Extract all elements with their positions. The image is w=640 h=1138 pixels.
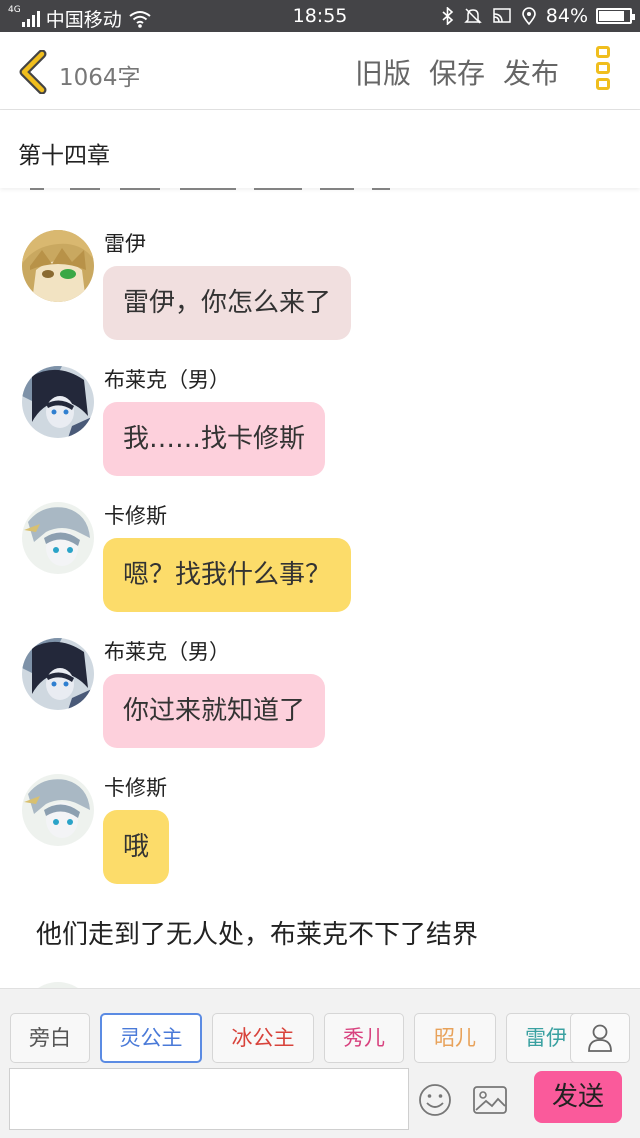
old-version-button[interactable]: 旧版 <box>355 52 411 92</box>
blake-avatar[interactable] <box>22 638 94 710</box>
image-icon[interactable] <box>472 1084 508 1116</box>
message-bubble[interactable]: 雷伊，你怎么来了 <box>103 266 352 340</box>
cast-icon <box>492 7 512 25</box>
publish-button[interactable]: 发布 <box>503 52 559 92</box>
clipped-text <box>30 188 400 194</box>
location-icon <box>521 7 536 25</box>
editor-header: 1064字 旧版 保存 发布 <box>0 32 640 110</box>
chat-content[interactable]: 雷伊 雷伊，你怎么来了 布莱克（男） 我……找卡修斯 卡修斯 嗯？找我什么事？ … <box>0 188 640 988</box>
bluetooth-icon <box>442 7 454 25</box>
message-bubble[interactable]: 嗯？找我什么事？ <box>103 538 352 612</box>
message-input[interactable] <box>9 1068 409 1130</box>
send-button[interactable]: 发送 <box>534 1071 622 1123</box>
sender-name: 卡修斯 <box>104 504 167 528</box>
sender-name: 布莱克（男） <box>104 368 230 392</box>
role-chip-zhaoer[interactable]: 昭儿 <box>414 1013 496 1063</box>
word-count: 1064字 <box>59 65 141 91</box>
rey-avatar[interactable] <box>22 230 94 302</box>
role-chip-ice-princess[interactable]: 冰公主 <box>212 1013 314 1063</box>
cassius-avatar[interactable] <box>22 774 94 846</box>
save-button[interactable]: 保存 <box>429 52 485 92</box>
composer-toolbar: 旁白 灵公主 冰公主 秀儿 昭儿 雷伊 发送 <box>0 988 640 1138</box>
message-bubble[interactable]: 我……找卡修斯 <box>103 402 326 476</box>
battery-icon <box>596 8 635 24</box>
cassius-avatar[interactable] <box>22 502 94 574</box>
role-chip-xiuer[interactable]: 秀儿 <box>324 1013 404 1063</box>
message-bubble[interactable]: 哦 <box>103 810 170 884</box>
smiley-icon[interactable] <box>418 1083 452 1117</box>
chapter-title-bar[interactable]: 第十四章 <box>0 110 640 188</box>
role-chip-ling-princess[interactable]: 灵公主 <box>100 1013 202 1063</box>
person-icon <box>588 1024 612 1052</box>
mute-icon <box>463 7 482 25</box>
chapter-title: 第十四章 <box>18 143 110 169</box>
more-vertical-icon[interactable] <box>594 46 612 96</box>
role-chip-narrator[interactable]: 旁白 <box>10 1013 90 1063</box>
chevron-left-icon <box>19 49 47 95</box>
sender-name: 卡修斯 <box>104 776 167 800</box>
battery-percent: 84% <box>545 5 588 27</box>
back-button[interactable] <box>16 49 50 95</box>
message-bubble[interactable]: 你过来就知道了 <box>103 674 326 748</box>
sender-name: 雷伊 <box>104 232 146 256</box>
narration-text[interactable]: 他们走到了无人处，布莱克不下了结界 <box>36 914 478 951</box>
status-bar: 4G 中国移动 18:55 84% <box>0 0 640 32</box>
sender-name: 布莱克（男） <box>104 640 230 664</box>
character-manage-button[interactable] <box>570 1013 630 1063</box>
battery-fill <box>599 11 624 21</box>
blake-avatar[interactable] <box>22 366 94 438</box>
